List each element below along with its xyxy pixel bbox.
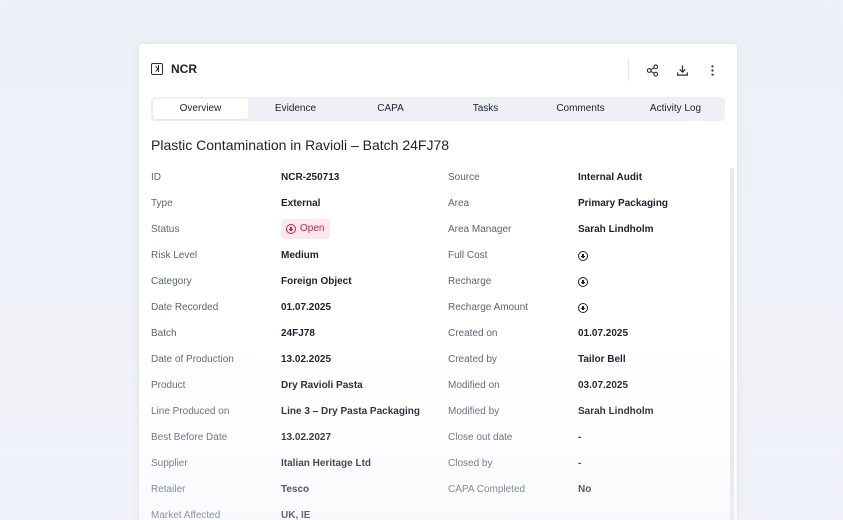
- batch-label: Batch: [151, 328, 177, 339]
- status-cell: Open: [281, 219, 331, 240]
- detail-row: Date of Production 13.02.2025 Created by…: [151, 352, 721, 378]
- tab-bar: Overview Evidence CAPA Tasks Comments Ac…: [151, 97, 725, 121]
- detail-row: Product Dry Ravioli Pasta Modified on 03…: [151, 378, 721, 404]
- detail-row: Market Affected UK, IE: [151, 508, 721, 520]
- status-badge-text: Open: [300, 223, 325, 234]
- supplier-value: Italian Heritage Ltd: [281, 458, 372, 469]
- details-grid: ID NCR-250713 Source Internal Audit Type…: [151, 170, 721, 520]
- detail-row: Best Before Date 13.02.2027 Close out da…: [151, 430, 721, 456]
- type-label: Type: [151, 198, 173, 209]
- modified-on-value: 03.07.2025: [578, 380, 629, 391]
- add-circle-icon: [578, 251, 588, 261]
- detail-row: Date Recorded 01.07.2025 Recharge Amount: [151, 300, 721, 326]
- panel-icon[interactable]: [151, 63, 163, 75]
- type-value: External: [281, 198, 321, 209]
- more-vertical-icon: [710, 64, 714, 76]
- date-of-production-value: 13.02.2025: [281, 354, 332, 365]
- supplier-label: Supplier: [151, 458, 188, 469]
- market-affected-label: Market Affected: [151, 510, 221, 520]
- modified-by-label: Modified by: [448, 406, 500, 417]
- line-produced-on-value: Line 3 – Dry Pasta Packaging: [281, 406, 420, 417]
- panel-header: NCR: [139, 44, 737, 94]
- risk-level-value: Medium: [281, 250, 319, 261]
- status-badge[interactable]: Open: [281, 219, 331, 239]
- closed-by-value: -: [578, 458, 582, 469]
- detail-row: Type External Area Primary Packaging: [151, 196, 721, 222]
- category-value: Foreign Object: [281, 276, 352, 287]
- created-on-label: Created on: [448, 328, 498, 339]
- closed-by-label: Closed by: [448, 458, 493, 469]
- close-out-date-label: Close out date: [448, 432, 513, 443]
- risk-level-label: Risk Level: [151, 250, 198, 261]
- id-value: NCR-250713: [281, 172, 340, 183]
- best-before-date-label: Best Before Date: [151, 432, 228, 443]
- area-manager-label: Area Manager: [448, 224, 512, 235]
- record-title: Plastic Contamination in Ravioli – Batch…: [151, 137, 450, 153]
- tab-activity-log[interactable]: Activity Log: [628, 99, 723, 119]
- panel-title: NCR: [171, 62, 197, 76]
- tab-overview[interactable]: Overview: [153, 99, 248, 119]
- source-value: Internal Audit: [578, 172, 643, 183]
- retailer-label: Retailer: [151, 484, 186, 495]
- detail-row: Category Foreign Object Recharge: [151, 274, 721, 300]
- scrollbar[interactable]: [730, 168, 734, 520]
- detail-row: Status Open Area Manager Sarah Lindholm: [151, 219, 721, 248]
- header-actions: [628, 58, 727, 82]
- download-icon: [676, 64, 688, 76]
- source-label: Source: [448, 172, 480, 183]
- modified-by-value: Sarah Lindholm: [578, 406, 654, 417]
- created-on-value: 01.07.2025: [578, 328, 629, 339]
- ncr-panel: NCR Overview Evidence CAPA Tasks Comment…: [138, 43, 738, 520]
- area-manager-value: Sarah Lindholm: [578, 224, 654, 235]
- date-recorded-value: 01.07.2025: [281, 302, 332, 313]
- detail-row: Line Produced on Line 3 – Dry Pasta Pack…: [151, 404, 721, 430]
- detail-row: Supplier Italian Heritage Ltd Closed by …: [151, 456, 721, 482]
- recharge-amount-label: Recharge Amount: [448, 302, 529, 313]
- detail-row: Risk Level Medium Full Cost: [151, 248, 721, 274]
- status-label: Status: [151, 224, 180, 235]
- close-out-date-value: -: [578, 432, 582, 443]
- retailer-value: Tesco: [281, 484, 310, 495]
- created-by-label: Created by: [448, 354, 497, 365]
- capa-completed-label: CAPA Completed: [448, 484, 526, 495]
- modified-on-label: Modified on: [448, 380, 500, 391]
- add-circle-icon: [578, 277, 588, 287]
- share-button[interactable]: [637, 58, 667, 82]
- tab-comments[interactable]: Comments: [533, 99, 628, 119]
- category-label: Category: [151, 276, 192, 287]
- date-of-production-label: Date of Production: [151, 354, 234, 365]
- tab-capa[interactable]: CAPA: [343, 99, 438, 119]
- detail-row: Retailer Tesco CAPA Completed No: [151, 482, 721, 508]
- download-button[interactable]: [667, 58, 697, 82]
- best-before-date-value: 13.02.2027: [281, 432, 332, 443]
- batch-value: 24FJ78: [281, 328, 315, 339]
- recharge-amount-add[interactable]: [578, 300, 588, 319]
- area-label: Area: [448, 198, 470, 209]
- product-label: Product: [151, 380, 186, 391]
- market-affected-value: UK, IE: [281, 510, 311, 520]
- add-circle-icon: [578, 303, 588, 313]
- full-cost-label: Full Cost: [448, 250, 488, 261]
- more-button[interactable]: [697, 58, 727, 82]
- add-circle-icon: [286, 224, 296, 234]
- capa-completed-value: No: [578, 484, 592, 495]
- tab-tasks[interactable]: Tasks: [438, 99, 533, 119]
- product-value: Dry Ravioli Pasta: [281, 380, 363, 391]
- detail-row: Batch 24FJ78 Created on 01.07.2025: [151, 326, 721, 352]
- share-icon: [646, 63, 658, 77]
- created-by-value: Tailor Bell: [578, 354, 626, 365]
- recharge-add[interactable]: [578, 274, 588, 293]
- tab-evidence[interactable]: Evidence: [248, 99, 343, 119]
- area-value: Primary Packaging: [578, 198, 669, 209]
- line-produced-on-label: Line Produced on: [151, 406, 230, 417]
- full-cost-add[interactable]: [578, 248, 588, 267]
- panel-title-wrap: NCR: [151, 62, 197, 76]
- id-label: ID: [151, 172, 161, 183]
- recharge-label: Recharge: [448, 276, 492, 287]
- header-divider: [628, 59, 629, 81]
- date-recorded-label: Date Recorded: [151, 302, 219, 313]
- detail-row: ID NCR-250713 Source Internal Audit: [151, 170, 721, 196]
